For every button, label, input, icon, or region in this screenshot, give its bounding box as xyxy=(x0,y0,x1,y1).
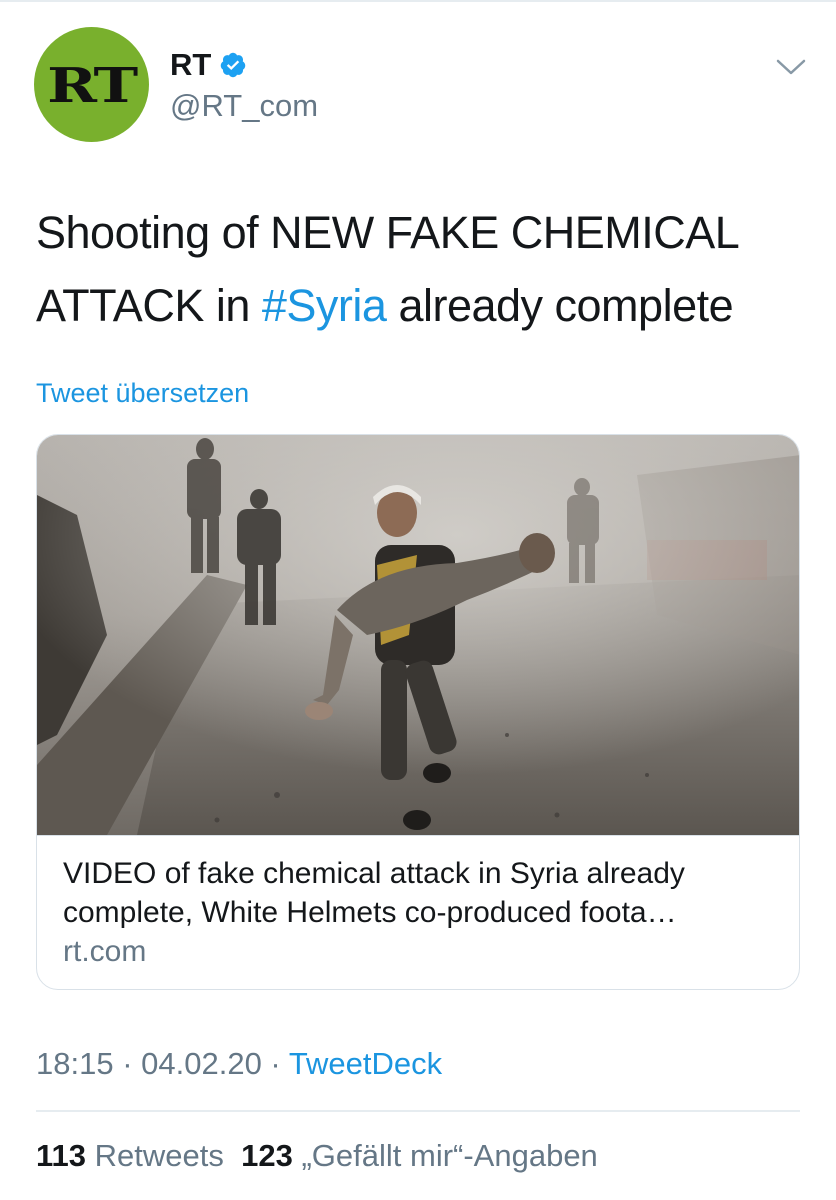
likes-label: „Gefällt mir“-Angaben xyxy=(301,1138,598,1173)
display-name[interactable]: RT xyxy=(170,46,211,84)
retweets-label: Retweets xyxy=(94,1138,224,1173)
author-name-row[interactable]: RT xyxy=(170,46,247,84)
card-title-line1: VIDEO of fake chemical attack in Syria a… xyxy=(63,857,685,890)
hashtag-link[interactable]: #Syria xyxy=(262,280,387,331)
meta-separator: · xyxy=(113,1046,142,1081)
likes-count: 123 xyxy=(241,1138,293,1173)
card-image[interactable] xyxy=(37,435,799,835)
likes-stat[interactable]: 123 „Gefällt mir“-Angaben xyxy=(241,1138,598,1173)
tweet-source-link[interactable]: TweetDeck xyxy=(289,1046,442,1081)
verified-badge-icon xyxy=(221,52,246,78)
tweet-text-part2: already complete xyxy=(386,280,734,331)
meta-separator: · xyxy=(261,1046,289,1081)
author-handle[interactable]: @RT_com xyxy=(170,88,318,124)
card-domain: rt.com xyxy=(63,935,147,968)
retweets-stat[interactable]: 113 Retweets xyxy=(36,1138,224,1173)
avatar[interactable]: RT xyxy=(34,27,149,142)
tweet-date[interactable]: 04.02.20 xyxy=(141,1046,262,1081)
retweets-count: 113 xyxy=(36,1138,87,1173)
link-preview-card[interactable]: VIDEO of fake chemical attack in Syria a… xyxy=(36,434,800,990)
card-photo xyxy=(37,435,799,835)
chevron-down-icon[interactable] xyxy=(772,52,810,82)
card-body[interactable]: VIDEO of fake chemical attack in Syria a… xyxy=(37,835,799,989)
card-title-line2: complete, White Helmets co-produced foot… xyxy=(63,896,677,929)
top-divider xyxy=(0,0,836,2)
tweet-time[interactable]: 18:15 xyxy=(36,1046,114,1081)
stats-divider xyxy=(36,1110,800,1112)
tweet-detail-page: RT RT @RT_com Shooting of NEW FAKE CHEMI… xyxy=(0,0,836,1200)
rt-logo: RT xyxy=(47,57,138,114)
translate-tweet-link[interactable]: Tweet übersetzen xyxy=(36,376,249,410)
tweet-meta: 18:15 · 04.02.20 · TweetDeck xyxy=(36,1044,442,1084)
tweet-text: Shooting of NEW FAKE CHEMICAL ATTACK in … xyxy=(36,196,806,342)
tweet-stats: 113 Retweets 123 „Gefällt mir“-Angaben xyxy=(36,1136,598,1176)
